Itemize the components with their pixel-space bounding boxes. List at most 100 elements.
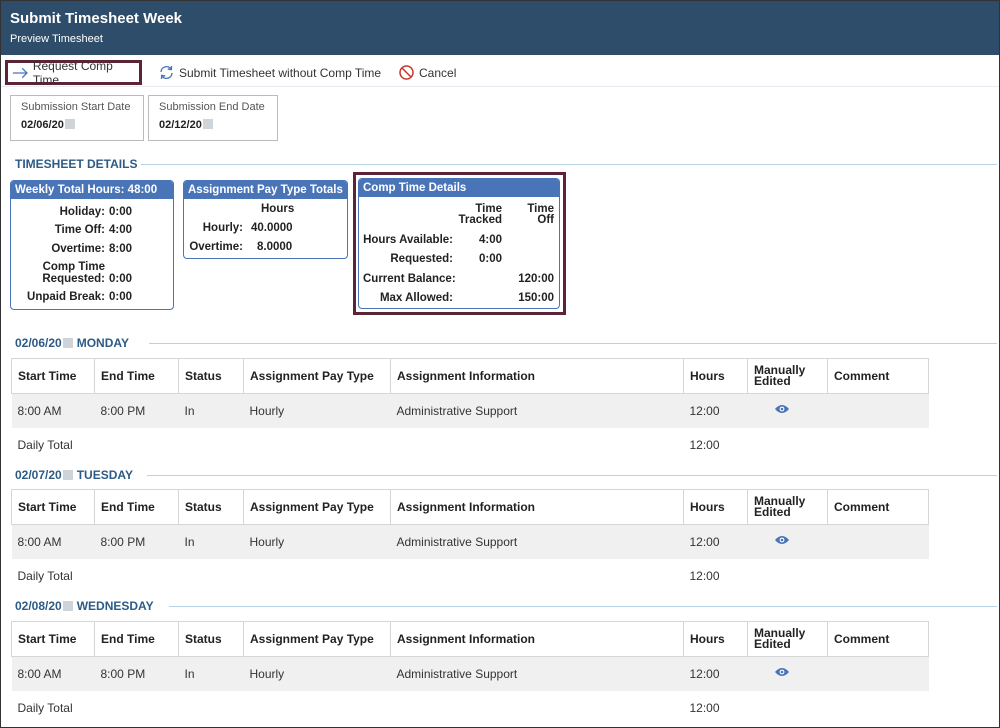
pay-overtime-label: Overtime:: [189, 241, 243, 253]
page-header: Submit Timesheet Week Preview Timesheet: [1, 1, 999, 55]
table-row[interactable]: 8:00 AM 8:00 PM In Hourly Administrative…: [11, 393, 929, 428]
col-start-time[interactable]: Start Time: [11, 489, 95, 525]
unpaid-break-value: 0:00: [109, 291, 133, 303]
col-assignment-info[interactable]: Assignment Information: [390, 621, 684, 657]
end-time-cell: 8:00 PM: [94, 393, 179, 428]
submit-without-comp-button[interactable]: Submit Timesheet without Comp Time: [158, 60, 381, 85]
col-status[interactable]: Status: [178, 358, 244, 394]
col-pay-type[interactable]: Assignment Pay Type: [243, 621, 391, 657]
arrow-right-icon: [12, 67, 28, 78]
max-allowed-label: Max Allowed:: [379, 292, 453, 304]
table-row[interactable]: 8:00 AM 8:00 PM In Hourly Administrative…: [11, 656, 929, 691]
col-start-time[interactable]: Start Time: [11, 358, 95, 394]
col-hours[interactable]: Hours: [683, 489, 748, 525]
pay-type-totals-title: Assignment Pay Type Totals: [184, 181, 347, 199]
eye-icon[interactable]: [774, 534, 790, 549]
hours-cell: 12:00: [683, 393, 748, 428]
comp-requested-label-1: Comp Time: [42, 261, 105, 273]
pay-type-cell: Hourly: [243, 393, 391, 428]
col-hours[interactable]: Hours: [683, 358, 748, 394]
daily-total-label: Daily Total: [11, 558, 95, 593]
manually-edited-cell: [747, 393, 828, 428]
start-date-value: 02/06/20: [21, 119, 133, 132]
table-row[interactable]: 8:00 AM 8:00 PM In Hourly Administrative…: [11, 524, 929, 559]
col-assignment-info[interactable]: Assignment Information: [390, 358, 684, 394]
time-tracked-header-2: Tracked: [458, 214, 502, 226]
toolbar: Request Comp Time Submit Timesheet witho…: [1, 57, 999, 87]
col-assignment-info[interactable]: Assignment Information: [390, 489, 684, 525]
comp-requested-value: 0:00: [109, 273, 133, 285]
status-cell: In: [178, 524, 244, 559]
request-comp-time-button[interactable]: Request Comp Time: [5, 59, 142, 87]
start-time-cell: 8:00 AM: [11, 393, 95, 428]
daily-total-value: 12:00: [683, 690, 748, 725]
assignment-info-cell: Administrative Support: [390, 393, 684, 428]
col-end-time[interactable]: End Time: [94, 358, 179, 394]
page-title: Submit Timesheet Week: [10, 10, 183, 27]
pay-type-cell: Hourly: [243, 524, 391, 559]
pay-type-hours-header: Hours: [261, 203, 295, 215]
section-divider: [149, 343, 997, 344]
timesheet-window: Submit Timesheet Week Preview Timesheet …: [0, 0, 1000, 728]
comment-cell: [827, 393, 929, 428]
daily-total-label: Daily Total: [11, 690, 95, 725]
refresh-icon: [160, 65, 173, 80]
daily-total-label: Daily Total: [11, 427, 95, 462]
max-allowed-value: 150:00: [518, 292, 554, 304]
col-comment[interactable]: Comment: [827, 489, 929, 525]
cancel-label: Cancel: [419, 65, 457, 80]
col-pay-type[interactable]: Assignment Pay Type: [243, 489, 391, 525]
col-status[interactable]: Status: [178, 489, 244, 525]
hours-cell: 12:00: [683, 524, 748, 559]
hours-cell: 12:00: [683, 656, 748, 691]
hourly-value: 40.0000: [251, 222, 293, 234]
status-cell: In: [178, 393, 244, 428]
col-comment[interactable]: Comment: [827, 358, 929, 394]
comment-cell: [827, 524, 929, 559]
current-balance-label: Current Balance:: [363, 273, 456, 285]
eye-icon[interactable]: [774, 403, 790, 418]
section-divider: [147, 475, 997, 476]
start-time-cell: 8:00 AM: [11, 524, 95, 559]
comment-cell: [827, 656, 929, 691]
manually-edited-cell: [747, 524, 828, 559]
col-manually-edited[interactable]: Manually Edited: [747, 358, 828, 394]
overtime-value: 8:00: [109, 243, 133, 255]
col-status[interactable]: Status: [178, 621, 244, 657]
col-end-time[interactable]: End Time: [94, 621, 179, 657]
pay-overtime-value: 8.0000: [257, 241, 293, 253]
col-manually-edited[interactable]: Manually Edited: [747, 621, 828, 657]
manually-edited-cell: [747, 656, 828, 691]
eye-icon[interactable]: [774, 666, 790, 681]
section-divider: [169, 606, 997, 607]
hours-available-label: Hours Available:: [363, 234, 453, 246]
day-table: Start Time End Time Status Assignment Pa…: [11, 358, 929, 462]
cancel-icon: [399, 65, 414, 80]
timesheet-details-heading: TIMESHEET DETAILS: [15, 157, 138, 171]
col-hours[interactable]: Hours: [683, 621, 748, 657]
overtime-label: Overtime:: [51, 243, 105, 255]
submission-end-date: Submission End Date 02/12/20: [148, 95, 278, 141]
col-end-time[interactable]: End Time: [94, 489, 179, 525]
hours-available-value: 4:00: [478, 234, 502, 246]
page-subtitle: Preview Timesheet: [10, 33, 103, 45]
time-off-value: 4:00: [109, 224, 133, 236]
end-time-cell: 8:00 PM: [94, 656, 179, 691]
redaction-mask: [62, 338, 73, 348]
col-start-time[interactable]: Start Time: [11, 621, 95, 657]
daily-total-value: 12:00: [683, 427, 748, 462]
col-pay-type[interactable]: Assignment Pay Type: [243, 358, 391, 394]
col-comment[interactable]: Comment: [827, 621, 929, 657]
col-manually-edited[interactable]: Manually Edited: [747, 489, 828, 525]
table-header-row: Start Time End Time Status Assignment Pa…: [11, 489, 929, 525]
submit-without-comp-label: Submit Timesheet without Comp Time: [179, 65, 382, 80]
daily-total-row: Daily Total 12:00: [11, 427, 929, 462]
redaction-mask: [62, 470, 73, 480]
cancel-button[interactable]: Cancel: [398, 60, 456, 85]
daily-total-row: Daily Total 12:00: [11, 558, 929, 593]
day-heading: 02/08/20 WEDNESDAY: [15, 599, 154, 613]
comp-requested-label: Requested:: [390, 253, 453, 265]
day-heading: 02/06/20 MONDAY: [15, 336, 129, 350]
section-divider: [141, 164, 997, 165]
table-header-row: Start Time End Time Status Assignment Pa…: [11, 358, 929, 394]
